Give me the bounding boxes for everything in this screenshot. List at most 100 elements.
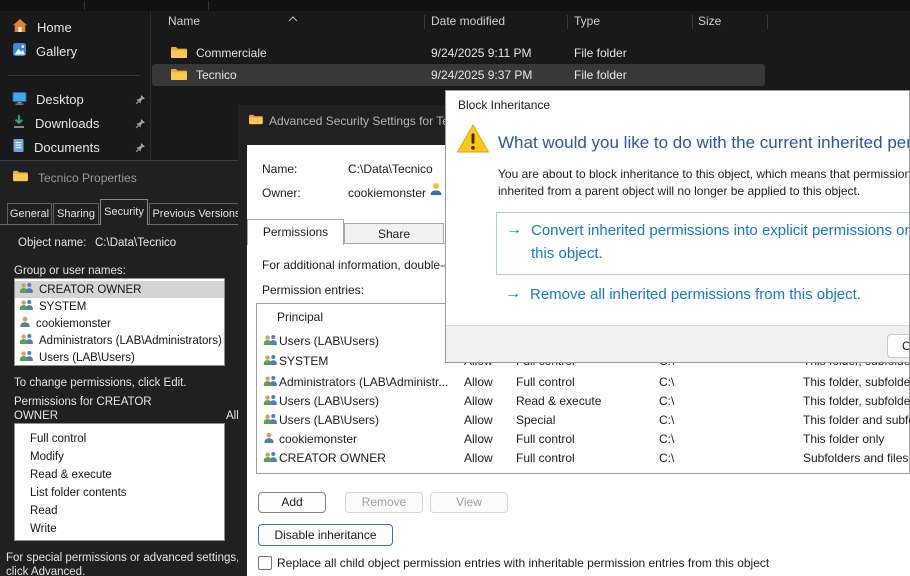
permission-item[interactable]: Read & execute: [15, 469, 224, 487]
sidebar-item-label: Desktop: [36, 92, 84, 107]
group-icon: [263, 413, 278, 428]
group-item-users[interactable]: Users (LAB\Users): [15, 349, 224, 366]
remove-permissions-option[interactable]: → Remove all inherited permissions from …: [496, 283, 910, 307]
arrow-right-icon: →: [506, 221, 522, 239]
convert-permissions-option[interactable]: → Convert inherited permissions into exp…: [496, 212, 910, 275]
advanced-hint-line2: click Advanced.: [6, 566, 85, 576]
permissions-for-label-line2: OWNER: [14, 410, 58, 422]
file-type: File folder: [574, 46, 627, 60]
file-date: 9/24/2025 9:37 PM: [431, 68, 532, 82]
group-item-cookiemonster[interactable]: cookiemonster: [15, 315, 224, 332]
cell-principal: CREATOR OWNER: [279, 451, 386, 465]
desktop-screen: Home Gallery Desktop Downloads Documents…: [0, 0, 910, 576]
owner-value: cookiemonster: [348, 186, 426, 200]
user-icon: [19, 316, 31, 331]
column-header-name[interactable]: Name: [168, 14, 200, 28]
permission-item[interactable]: Write: [15, 523, 224, 541]
tecnico-properties-dialog: Tecnico Properties General Sharing Secur…: [0, 160, 238, 576]
desktop-icon: [12, 91, 27, 108]
sidebar-item-label: Gallery: [36, 44, 77, 59]
table-row[interactable]: cookiemonster Allow Full control C:\ Thi…: [257, 432, 910, 449]
column-separator[interactable]: [692, 15, 693, 29]
downloads-icon: [12, 114, 26, 132]
documents-icon: [12, 138, 25, 156]
column-separator[interactable]: [567, 15, 568, 29]
cell-inherited-from: C:\: [659, 394, 674, 408]
replace-permissions-checkbox[interactable]: [258, 556, 272, 570]
column-header-type[interactable]: Type: [574, 14, 600, 28]
permission-item[interactable]: Full control: [15, 433, 224, 451]
group-icon: [19, 333, 34, 348]
tab-permissions[interactable]: Permissions: [247, 219, 344, 245]
pane-divider: [150, 11, 151, 160]
tab-security[interactable]: Security: [100, 199, 148, 225]
table-row[interactable]: CREATOR OWNER Allow Full control C:\ Sub…: [257, 451, 910, 468]
group-item-system[interactable]: SYSTEM: [15, 298, 224, 315]
column-header-date[interactable]: Date modified: [431, 14, 505, 28]
remove-option-label: Remove all inherited permissions from th…: [530, 286, 861, 303]
permission-item[interactable]: Read: [15, 505, 224, 523]
cell-inherited-from: C:\: [659, 413, 674, 427]
add-button[interactable]: Add: [258, 492, 326, 513]
allow-column-label: Allow: [226, 410, 238, 422]
sidebar-item-desktop[interactable]: Desktop: [4, 88, 146, 110]
advanced-hint-line1: For special permissions or advanced sett…: [6, 552, 238, 564]
permission-item[interactable]: List folder contents: [15, 487, 224, 505]
pin-icon[interactable]: [135, 141, 146, 156]
pin-icon[interactable]: [135, 93, 146, 108]
warning-icon: [456, 123, 490, 157]
pin-icon[interactable]: [135, 117, 146, 132]
disable-inheritance-button[interactable]: Disable inheritance: [258, 524, 393, 546]
column-separator[interactable]: [767, 15, 768, 29]
cell-principal: Users (LAB\Users): [279, 413, 379, 427]
folder-icon: [248, 114, 263, 128]
user-icon: [263, 432, 275, 447]
column-separator[interactable]: [424, 15, 425, 29]
cancel-button[interactable]: Cancel: [887, 334, 910, 358]
tab-sharing[interactable]: Sharing: [53, 203, 99, 224]
file-row-commerciale[interactable]: Commerciale 9/24/2025 9:11 PM File folde…: [152, 42, 765, 64]
sidebar-item-documents[interactable]: Documents: [4, 136, 146, 158]
sidebar-item-gallery[interactable]: Gallery: [4, 40, 146, 62]
name-value: C:\Data\Tecnico: [348, 162, 433, 176]
tab-general[interactable]: General: [7, 203, 52, 224]
sidebar-item-label: Documents: [34, 140, 100, 155]
tab-share[interactable]: Share: [344, 223, 444, 244]
folder-icon: [12, 170, 28, 185]
tab-previous-versions[interactable]: Previous Versions: [149, 203, 238, 224]
sidebar-item-label: Downloads: [35, 116, 99, 131]
sidebar-item-downloads[interactable]: Downloads: [4, 112, 146, 134]
permissions-list: Full control Modify Read & execute List …: [14, 423, 225, 541]
group-item-administrators[interactable]: Administrators (LAB\Administrators): [15, 332, 224, 349]
name-label: Name:: [262, 162, 297, 176]
cell-type: Allow: [464, 432, 493, 446]
group-icon: [263, 375, 278, 390]
arrow-right-icon: →: [505, 285, 521, 303]
remove-button[interactable]: Remove: [345, 492, 423, 513]
cell-principal: cookiemonster: [279, 432, 357, 446]
permissions-for-label-line1: Permissions for CREATOR: [14, 396, 152, 408]
cell-access: Special: [516, 413, 555, 427]
home-icon: [12, 18, 28, 36]
group-item-creator-owner[interactable]: CREATOR OWNER: [15, 281, 224, 298]
principal-column-header[interactable]: Principal: [277, 310, 323, 324]
file-row-tecnico[interactable]: Tecnico 9/24/2025 9:37 PM File folder: [152, 64, 765, 86]
group-item-label: Administrators (LAB\Administrators): [39, 335, 222, 347]
table-row[interactable]: Users (LAB\Users) Allow Read & execute C…: [257, 394, 910, 411]
cell-inherited-from: C:\: [659, 451, 674, 465]
group-item-label: SYSTEM: [39, 301, 86, 313]
dialog-body-line1: You are about to block inheritance to th…: [498, 167, 910, 181]
table-row[interactable]: Administrators (LAB\Administr... Allow F…: [257, 375, 910, 392]
groups-label: Group or user names:: [14, 265, 126, 277]
dialog-heading: What would you like to do with the curre…: [498, 133, 910, 153]
sidebar-item-home[interactable]: Home: [4, 16, 146, 38]
replace-permissions-label: Replace all child object permission entr…: [277, 556, 769, 570]
permission-item[interactable]: Modify: [15, 451, 224, 469]
view-button[interactable]: View: [430, 492, 508, 513]
table-row[interactable]: Users (LAB\Users) Allow Special C:\ This…: [257, 413, 910, 430]
folder-icon: [170, 68, 187, 84]
group-icon: [263, 334, 278, 349]
column-header-size[interactable]: Size: [698, 14, 721, 28]
cell-inherited-from: C:\: [659, 375, 674, 389]
group-user-list: CREATOR OWNER SYSTEM cookiemonster Admin…: [14, 278, 225, 366]
